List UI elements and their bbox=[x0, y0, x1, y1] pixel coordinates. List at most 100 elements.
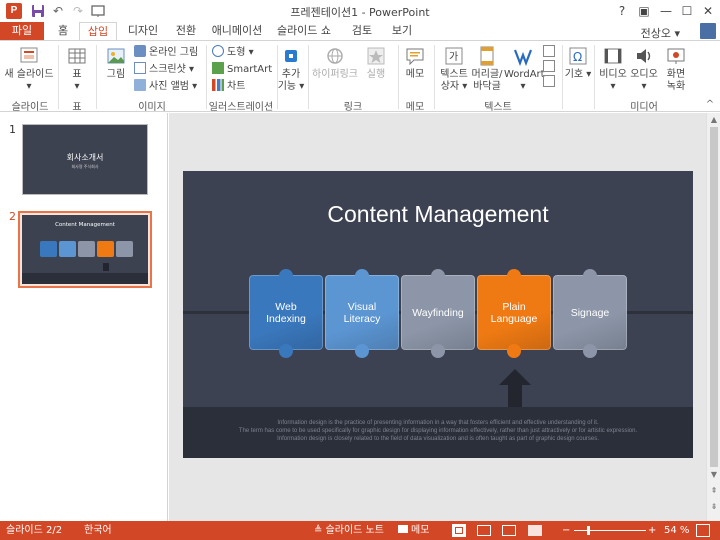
wordart-button[interactable]: WordArt ▾ bbox=[504, 45, 545, 93]
photo-album-label: 사진 앨범 ▾ bbox=[149, 81, 198, 92]
omega-icon: Ω bbox=[569, 47, 587, 65]
new-slide-label: 새 슬라이드 bbox=[4, 69, 54, 80]
group-separator bbox=[562, 45, 563, 109]
thumb-title: 회사소개서 bbox=[66, 153, 104, 162]
group-label-links: 링크 bbox=[343, 102, 363, 113]
object-icon[interactable] bbox=[543, 75, 555, 87]
slideshow-view-icon[interactable] bbox=[528, 525, 542, 536]
zoom-out-button[interactable]: − bbox=[562, 521, 570, 540]
minimize-button[interactable]: — bbox=[656, 2, 676, 20]
previous-slide-icon[interactable]: ⇞ bbox=[708, 485, 720, 497]
up-arrow-icon[interactable] bbox=[499, 369, 531, 407]
ribbon-display-options-button[interactable]: ▣ bbox=[634, 2, 654, 20]
footer-line: Information design is closely related to… bbox=[277, 436, 599, 442]
puzzle-piece-label: Visual Literacy bbox=[343, 300, 381, 325]
video-button[interactable]: 비디오 ▾ bbox=[596, 45, 630, 93]
zoom-slider-track[interactable] bbox=[574, 530, 646, 531]
slide-footer-text-box[interactable]: Information design is the practice of pr… bbox=[183, 407, 693, 458]
puzzle-piece-tab bbox=[583, 269, 597, 283]
new-slide-button[interactable]: 새 슬라이드 ▾ bbox=[4, 45, 54, 93]
scroll-up-icon[interactable]: ▲ bbox=[708, 114, 720, 126]
current-slide[interactable]: Content Management Web Indexing Visual Li… bbox=[183, 171, 693, 458]
group-label-media: 미디어 bbox=[630, 102, 658, 113]
slide-number-icon[interactable] bbox=[543, 60, 555, 72]
help-button[interactable]: ? bbox=[612, 2, 632, 20]
star-icon bbox=[367, 47, 385, 65]
reading-view-icon[interactable] bbox=[502, 525, 516, 536]
chart-label: 차트 bbox=[227, 81, 246, 92]
zoom-level[interactable]: 54 % bbox=[664, 521, 689, 540]
addins-button[interactable]: 추가 기능 ▾ bbox=[276, 45, 306, 93]
puzzle-piece-tab bbox=[507, 269, 521, 283]
shapes-button[interactable]: 도형 ▾ bbox=[212, 45, 254, 61]
hyperlink-button[interactable]: 하이퍼링크 bbox=[312, 45, 358, 81]
text-small-icons bbox=[543, 45, 557, 87]
symbol-label: 기호 ▾ bbox=[564, 69, 592, 80]
smartart-button[interactable]: SmartArt bbox=[212, 62, 272, 78]
chart-button[interactable]: 차트 bbox=[212, 79, 245, 95]
vertical-scrollbar[interactable]: ▲ ▼ ⇞ ⇟ bbox=[706, 113, 720, 521]
fit-slide-icon[interactable] bbox=[696, 524, 710, 537]
scroll-down-icon[interactable]: ▼ bbox=[708, 469, 720, 481]
tab-insert[interactable]: 삽입 bbox=[79, 22, 117, 41]
puzzle-piece-visual-literacy[interactable]: Visual Literacy bbox=[325, 275, 399, 350]
puzzle-piece-plain-language[interactable]: Plain Language bbox=[477, 275, 551, 350]
svg-text:Ω: Ω bbox=[573, 50, 582, 64]
avatar[interactable] bbox=[700, 23, 716, 39]
smartart-label: SmartArt bbox=[227, 64, 273, 75]
photo-album-button[interactable]: 사진 앨범 ▾ bbox=[134, 79, 197, 95]
puzzle-piece-web-indexing[interactable]: Web Indexing bbox=[249, 275, 323, 350]
puzzle-piece-label: Plain Language bbox=[490, 300, 538, 325]
tab-home[interactable]: 홈 bbox=[52, 22, 74, 40]
slide-thumbnail-1[interactable]: 회사소개서 회사명 주식회사 bbox=[22, 124, 148, 195]
audio-label: 오디오 ▾ bbox=[630, 69, 658, 92]
svg-text:가: 가 bbox=[449, 51, 458, 63]
account-name[interactable]: 전상오 ▾ bbox=[641, 25, 680, 41]
maximize-button[interactable]: ☐ bbox=[677, 2, 697, 20]
zoom-in-button[interactable]: + bbox=[648, 521, 656, 540]
thumb-number: 2 bbox=[9, 210, 16, 223]
close-button[interactable]: ✕ bbox=[698, 2, 718, 20]
audio-button[interactable]: 오디오 ▾ bbox=[628, 45, 660, 93]
normal-view-icon[interactable] bbox=[452, 524, 466, 537]
tab-design[interactable]: 디자인 bbox=[124, 22, 162, 40]
photo-album-icon bbox=[134, 79, 146, 91]
notes-button[interactable]: ≜ 슬라이드 노트 bbox=[314, 521, 384, 540]
table-button[interactable]: 표 ▾ bbox=[62, 45, 92, 93]
date-time-icon[interactable] bbox=[543, 45, 555, 57]
puzzle-piece-tab bbox=[355, 344, 369, 358]
thumb-footer bbox=[22, 273, 148, 284]
comment-button[interactable]: 메모 bbox=[400, 45, 430, 81]
next-slide-icon[interactable]: ⇟ bbox=[708, 501, 720, 513]
slide-title[interactable]: Content Management bbox=[183, 201, 693, 228]
tab-transitions[interactable]: 전환 bbox=[172, 22, 200, 40]
puzzle-piece-tab bbox=[583, 344, 597, 358]
language-indicator[interactable]: 한국어 bbox=[84, 521, 112, 540]
tab-slideshow[interactable]: 슬라이드 쇼 bbox=[272, 22, 336, 40]
puzzle-piece-wayfinding[interactable]: Wayfinding bbox=[401, 275, 475, 350]
screenshot-label: 스크린샷 ▾ bbox=[149, 64, 194, 75]
zoom-slider-thumb[interactable] bbox=[587, 526, 590, 535]
textbox-button[interactable]: 가 텍스트 상자 ▾ bbox=[438, 45, 470, 93]
ribbon: 새 슬라이드 ▾ 슬라이드 표 ▾ 표 그림 온라인 그림 스크린샷 ▾ 사진 앨범… bbox=[0, 40, 720, 113]
shapes-icon bbox=[212, 45, 224, 57]
symbol-button[interactable]: Ω 기호 ▾ bbox=[564, 45, 592, 81]
slide-thumbnail-2[interactable]: Content Management bbox=[22, 215, 148, 284]
scrollbar-thumb[interactable] bbox=[710, 127, 718, 467]
screenshot-button[interactable]: 스크린샷 ▾ bbox=[134, 62, 194, 78]
puzzle-piece-signage[interactable]: Signage bbox=[553, 275, 627, 350]
header-footer-button[interactable]: 머리글/ 바닥글 bbox=[470, 45, 504, 93]
collapse-ribbon-icon[interactable]: ^ bbox=[704, 99, 716, 111]
tab-view[interactable]: 보기 bbox=[388, 22, 416, 40]
online-pictures-button[interactable]: 온라인 그림 bbox=[134, 45, 198, 61]
action-button[interactable]: 실행 bbox=[362, 45, 390, 81]
tab-file[interactable]: 파일 bbox=[0, 22, 44, 40]
tab-animations[interactable]: 애니메이션 bbox=[210, 22, 264, 40]
picture-button[interactable]: 그림 bbox=[100, 45, 132, 81]
slide-sorter-view-icon[interactable] bbox=[477, 525, 491, 536]
comments-button[interactable]: 메모 bbox=[398, 521, 429, 540]
tab-review[interactable]: 검토 bbox=[348, 22, 376, 40]
footer-line: Information design is the practice of pr… bbox=[277, 420, 599, 426]
screen-recording-button[interactable]: 화면 녹화 bbox=[662, 45, 690, 93]
slide-thumbnail-2-selected[interactable]: Content Management bbox=[18, 211, 152, 288]
